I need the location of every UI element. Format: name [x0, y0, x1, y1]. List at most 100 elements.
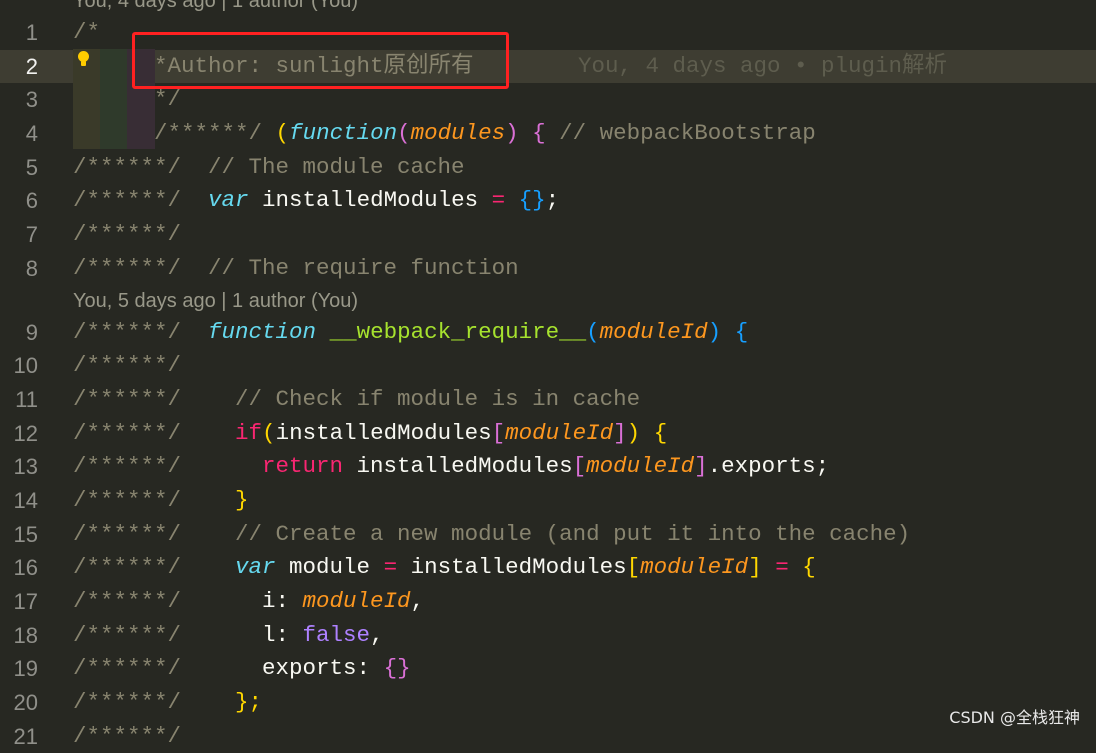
code-token: }: [235, 486, 249, 513]
code-line[interactable]: 17 /******/ i: moduleId,: [0, 585, 1096, 619]
code-token: __webpack_require__: [329, 318, 587, 345]
code-line[interactable]: 21 /******/: [0, 720, 1096, 753]
line-code: /******/ l: false,: [73, 619, 384, 653]
code-token: ): [505, 120, 519, 147]
code-token: /******/: [73, 588, 263, 614]
line-code: /******/ // Create a new module (and put…: [73, 518, 910, 552]
code-token: };: [235, 689, 263, 716]
code-line[interactable]: 18 /******/ l: false,: [0, 619, 1096, 653]
code-token: /******/: [73, 554, 236, 581]
code-token: ): [626, 419, 641, 446]
code-line[interactable]: 15 /******/ // Create a new module (and p…: [0, 518, 1096, 552]
line-number: 19: [13, 656, 38, 682]
code-line[interactable]: 20 /******/ };: [0, 686, 1096, 720]
code-token: ]: [748, 554, 762, 581]
code-token: /******/: [73, 187, 209, 214]
code-line[interactable]: 5 /******/ // The module cache: [0, 151, 1096, 185]
codelens-blame[interactable]: You, 4 days ago | 1 author (You): [0, 0, 1096, 16]
code-token: installedModules: [248, 187, 492, 214]
code-line[interactable]: 4 /******/ (function(modules) { // webpa…: [0, 117, 1096, 151]
code-token: moduleId: [505, 419, 614, 446]
code-token: var: [235, 554, 276, 581]
line-number: 13: [13, 454, 38, 480]
code-token: =: [383, 554, 398, 581]
code-token: {: [653, 419, 668, 446]
code-line[interactable]: 13 /******/ return installedModules[modul…: [0, 450, 1096, 484]
line-number: 6: [25, 188, 38, 214]
indent-guide: [100, 49, 127, 149]
line-number: 11: [15, 386, 38, 412]
code-line[interactable]: 19 /******/ exports: {}: [0, 652, 1096, 686]
code-line[interactable]: 10 /******/: [0, 349, 1096, 383]
code-token: ]: [613, 419, 627, 446]
line-code: /******/ (function(modules) { // webpack…: [73, 117, 816, 151]
code-token: var: [208, 187, 249, 214]
code-token: /******/: [73, 352, 182, 379]
code-line[interactable]: 14 /******/ }: [0, 484, 1096, 518]
code-token: ): [707, 318, 722, 345]
code-token: (: [397, 120, 411, 147]
line-number: 8: [25, 255, 38, 281]
code-token: /******/ // The module cache: [73, 153, 465, 180]
code-editor[interactable]: You, 4 days ago | 1 author (You) 1/* 2 *Au…: [0, 0, 1096, 753]
code-token: ;: [545, 187, 560, 214]
code-token: ,: [410, 588, 425, 614]
code-token: ]: [694, 453, 708, 480]
code-token: {: [734, 318, 749, 345]
code-token: (: [275, 120, 290, 147]
line-code: /******/: [73, 720, 181, 753]
code-line[interactable]: 16 /******/ var module = installedModules…: [0, 551, 1096, 585]
line-code: /******/ };: [73, 686, 262, 720]
line-number: 12: [13, 420, 38, 446]
code-token: {: [802, 554, 816, 581]
code-line[interactable]: 12 /******/ if(installedModules[moduleId]…: [0, 417, 1096, 451]
code-token: /*: [73, 19, 101, 45]
code-token: /******/ // Check if module is in cache: [73, 385, 641, 412]
line-code: /******/: [73, 218, 181, 252]
code-token: /******/: [73, 453, 263, 480]
line-number: 10: [13, 353, 38, 379]
code-token: [: [491, 419, 506, 446]
line-code: /******/ exports: {}: [73, 652, 411, 686]
watermark: CSDN @全栈狂神: [949, 708, 1080, 727]
code-token: modules: [410, 120, 506, 147]
code-token: (: [586, 318, 600, 345]
line-number: 18: [13, 622, 38, 648]
code-line[interactable]: 7 /******/: [0, 218, 1096, 252]
lightbulb-icon[interactable]: [76, 50, 91, 68]
line-number: 17: [13, 589, 38, 614]
code-token: function: [289, 120, 398, 147]
code-token: /******/: [73, 486, 236, 513]
code-token: [: [572, 453, 587, 480]
code-token: /******/ // Create a new module (and put…: [73, 520, 911, 547]
code-token: false: [302, 621, 371, 648]
code-token: /******/: [73, 689, 236, 716]
code-token: {}: [518, 187, 546, 214]
line-number: 20: [13, 690, 38, 716]
code-token: installedModules: [397, 554, 627, 581]
code-token: moduleId: [586, 453, 695, 480]
code-token: ,: [370, 621, 384, 648]
code-token: /******/ // The require function: [73, 254, 519, 281]
code-token: /******/: [73, 621, 263, 648]
code-token: if: [235, 419, 263, 446]
code-line[interactable]: 9 /******/ function __webpack_require__(m…: [0, 316, 1096, 350]
code-token: (: [262, 419, 276, 446]
code-line[interactable]: 6 /******/ var installedModules = {};: [0, 184, 1096, 218]
codelens-blame[interactable]: You, 5 days ago | 1 author (You): [0, 286, 1096, 316]
code-token: i:: [262, 588, 303, 614]
code-line[interactable]: 8 /******/ // The require function: [0, 252, 1096, 286]
line-code: /******/ var module = installedModules[m…: [73, 551, 816, 585]
code-token: installedModules: [275, 419, 492, 446]
line-code: /******/ function __webpack_require__(mo…: [73, 316, 748, 350]
code-token: module: [275, 554, 384, 581]
line-code: /******/ // The require function: [73, 252, 519, 286]
line-number: 1: [25, 20, 38, 45]
code-line[interactable]: 11 /******/ // Check if module is in cach…: [0, 383, 1096, 417]
